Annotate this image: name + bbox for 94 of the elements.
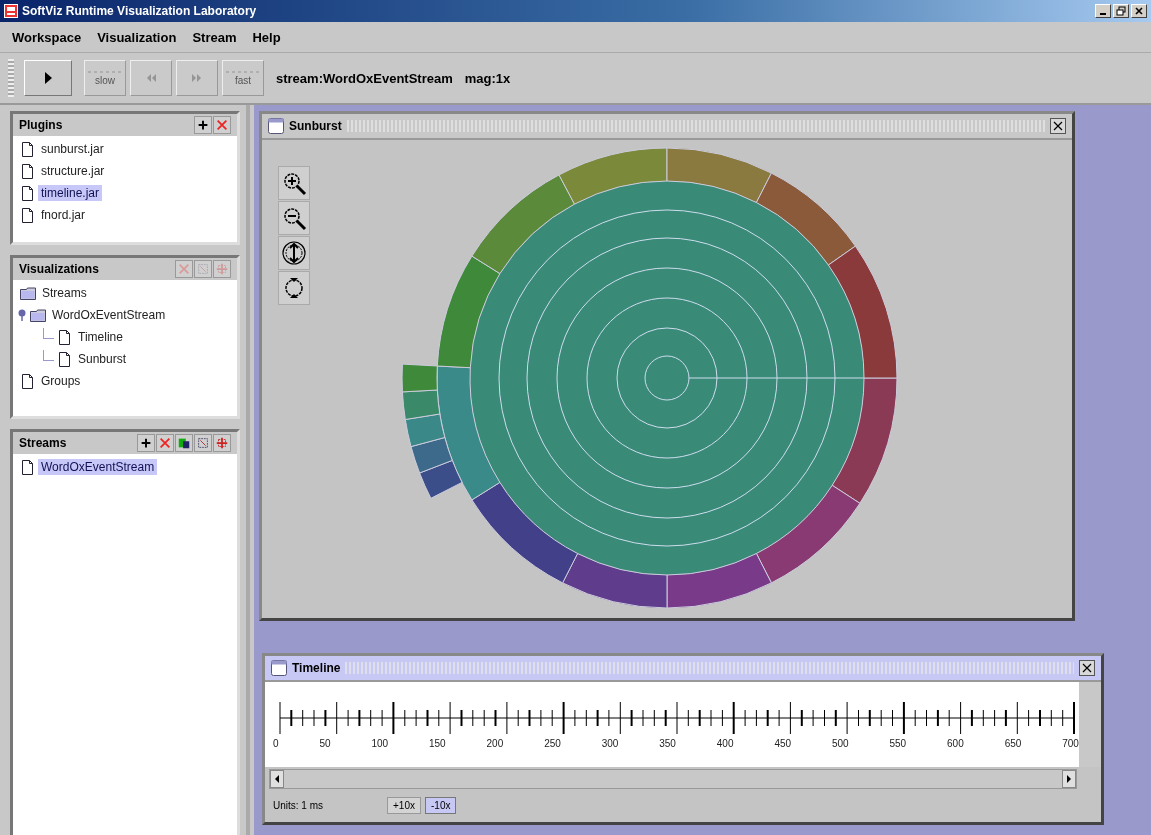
units-label: Units: 1 ms — [273, 800, 323, 811]
close-icon — [1081, 662, 1093, 674]
maximize-button[interactable] — [1113, 4, 1129, 18]
zoom-out-button[interactable] — [278, 201, 310, 235]
scroll-left-button[interactable] — [270, 770, 284, 788]
frame-icon — [196, 262, 210, 276]
frame-title: Timeline — [292, 661, 341, 675]
menu-item[interactable]: Visualization — [91, 27, 183, 47]
list-item[interactable]: WordOxEventStream — [38, 459, 158, 475]
tick-label: 350 — [659, 738, 676, 749]
magnification-label: mag:1x — [464, 70, 511, 86]
edit-button[interactable] — [194, 434, 212, 452]
open-button[interactable] — [175, 434, 193, 452]
toolbar-grip — [8, 59, 14, 97]
play-button[interactable] — [24, 60, 72, 96]
zoom-out-icon — [281, 205, 307, 231]
list-item[interactable]: Sunburst — [75, 351, 130, 367]
tick-label: 450 — [774, 738, 792, 749]
tick-label: 700 — [1062, 738, 1079, 749]
close-icon — [1134, 6, 1144, 16]
pan-icon — [281, 240, 307, 266]
file-icon — [57, 328, 72, 346]
restore-icon — [1116, 6, 1126, 16]
tick-label: 500 — [831, 738, 849, 749]
tick-label: 200 — [486, 738, 504, 749]
file-icon — [20, 372, 35, 390]
file-icon — [20, 162, 35, 180]
plus-icon — [196, 118, 210, 132]
minimize-icon — [1100, 13, 1106, 15]
pan-button[interactable] — [278, 236, 310, 270]
tick-label: 300 — [601, 738, 619, 749]
panel-title: Visualizations — [19, 262, 99, 276]
tick-label: 250 — [544, 738, 561, 749]
grid-icon — [215, 262, 229, 276]
folder-icon — [30, 307, 46, 323]
cross-icon — [158, 436, 172, 450]
list-item[interactable]: WordOxEventStream — [49, 307, 169, 323]
tree-line — [43, 327, 54, 339]
list-item[interactable]: sunburst.jar — [38, 141, 107, 157]
frame-title: Sunburst — [289, 119, 342, 133]
file-icon — [20, 458, 35, 476]
stack-icon — [177, 436, 191, 450]
menu-item[interactable]: Stream — [186, 27, 243, 47]
menu-item[interactable]: Workspace — [6, 27, 88, 47]
window-icon — [271, 660, 287, 676]
file-icon — [20, 184, 35, 202]
list-item[interactable]: fnord.jar — [38, 207, 89, 223]
panel-title: Streams — [19, 436, 67, 450]
window-icon — [268, 118, 284, 134]
window-title: SoftViz Runtime Visualization Laboratory — [22, 4, 257, 18]
tick-label: 0 — [273, 738, 279, 749]
close-icon — [1052, 120, 1064, 132]
list-item[interactable]: Timeline — [75, 329, 126, 345]
list-item[interactable]: Groups — [38, 373, 84, 389]
file-icon — [20, 140, 35, 158]
scale-button[interactable]: +10x — [387, 797, 421, 814]
plus-icon — [139, 436, 153, 450]
split-button[interactable] — [213, 434, 231, 452]
left-arrow-icon — [273, 774, 281, 785]
close-button[interactable] — [1079, 660, 1095, 676]
list-item[interactable]: timeline.jar — [38, 185, 103, 201]
app-icon — [4, 4, 18, 18]
minimize-button[interactable] — [1095, 4, 1111, 18]
grid-icon — [215, 436, 229, 450]
panel-title: Plugins — [19, 118, 63, 132]
list-item[interactable]: structure.jar — [38, 163, 108, 179]
tick-label: 550 — [889, 738, 907, 749]
folder-icon — [20, 285, 36, 301]
tick-label: 100 — [371, 738, 389, 749]
add-button[interactable] — [137, 434, 155, 452]
list-item[interactable]: Streams — [39, 285, 90, 301]
rotate-button[interactable] — [278, 271, 310, 305]
zoom-in-icon — [281, 170, 307, 196]
cross-icon — [177, 262, 191, 276]
cross-icon — [215, 118, 229, 132]
right-arrow-icon — [1065, 774, 1073, 785]
tick-label: 150 — [429, 738, 446, 749]
scroll-right-button[interactable] — [1062, 770, 1076, 788]
tick-label: 50 — [319, 738, 331, 749]
add-button[interactable] — [194, 116, 212, 134]
tick-label: 650 — [1004, 738, 1022, 749]
tick-label: 600 — [947, 738, 964, 749]
expand-toggle-icon[interactable] — [17, 308, 27, 322]
tick-label: 400 — [716, 738, 734, 749]
tree-line — [43, 349, 54, 361]
frame-icon — [196, 436, 210, 450]
file-icon — [20, 206, 35, 224]
stream-label: stream:WordOxEventStream — [276, 70, 453, 86]
scale-button[interactable]: -10x — [425, 797, 457, 814]
zoom-in-button[interactable] — [278, 166, 310, 200]
close-button[interactable] — [1050, 118, 1066, 134]
menu-item[interactable]: Help — [246, 27, 287, 47]
file-icon — [57, 350, 72, 368]
scroll-bar[interactable] — [269, 769, 1077, 789]
